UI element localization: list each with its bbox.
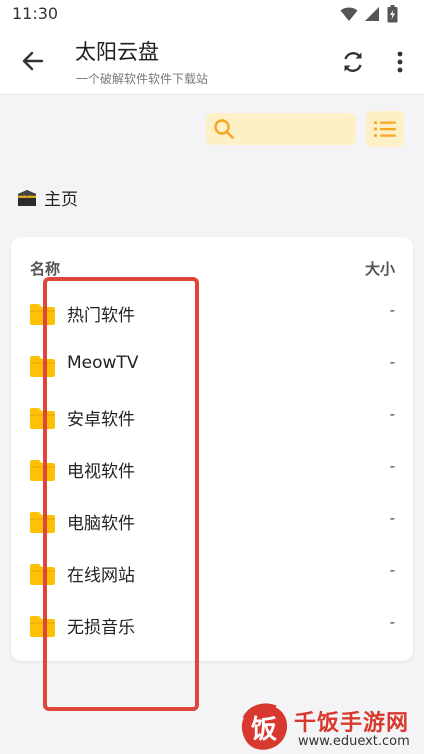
page-subtitle: 一个破解软件软件下载站	[76, 72, 209, 86]
signal-icon	[365, 7, 379, 21]
status-icons	[340, 5, 398, 23]
app-bar: 太阳云盘 一个破解软件软件下载站	[0, 30, 424, 95]
folder-size: -	[389, 457, 395, 475]
breadcrumb[interactable]: 主页	[16, 185, 78, 210]
folder-size: -	[389, 301, 395, 319]
folder-size: -	[389, 613, 395, 631]
search-box[interactable]	[206, 113, 356, 145]
folder-size: -	[389, 561, 395, 579]
column-header-name[interactable]: 名称	[30, 258, 60, 279]
list-view-button[interactable]	[366, 111, 404, 147]
watermark-url: www.eduext.com	[298, 734, 410, 749]
folder-size: -	[389, 353, 395, 371]
list-icon	[374, 121, 396, 137]
arrow-left-icon	[22, 51, 44, 71]
kaaba-icon	[18, 189, 36, 206]
breadcrumb-home[interactable]: 主页	[44, 185, 78, 210]
column-header-size[interactable]: 大小	[365, 258, 395, 279]
wifi-icon	[340, 7, 358, 21]
annotation-highlight-box	[43, 277, 199, 711]
more-vert-icon	[397, 51, 403, 73]
watermark-logo-char: 饭	[251, 715, 277, 745]
search-input[interactable]	[242, 118, 352, 142]
folder-size: -	[389, 405, 395, 423]
folder-size: -	[389, 509, 395, 527]
status-bar: 11:30	[0, 0, 424, 30]
watermark-logo-icon: 饭	[241, 703, 288, 750]
status-time: 11:30	[12, 4, 59, 23]
watermark: 饭 千饭手游网 www.eduext.com	[236, 700, 422, 754]
page-title: 太阳云盘	[75, 40, 159, 64]
refresh-button[interactable]	[339, 48, 367, 76]
refresh-icon	[344, 52, 362, 72]
back-button[interactable]	[18, 46, 48, 76]
watermark-title: 千饭手游网	[294, 711, 410, 736]
more-options-button[interactable]	[388, 48, 412, 76]
battery-icon	[387, 5, 398, 23]
search-icon	[214, 119, 234, 139]
